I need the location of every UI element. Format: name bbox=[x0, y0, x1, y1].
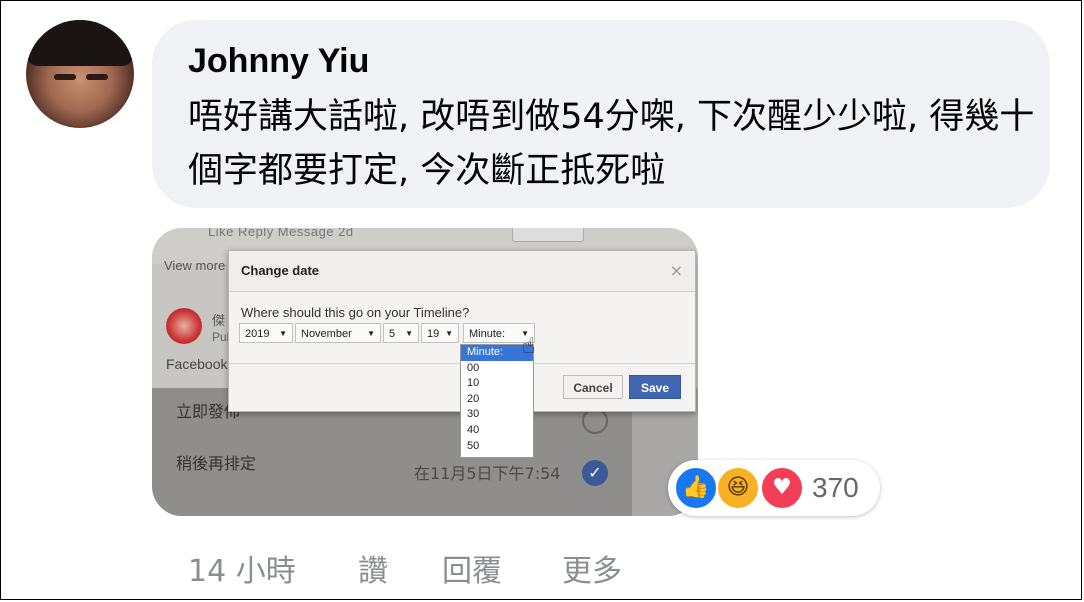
dialog-save-button: Save bbox=[629, 375, 681, 399]
day-select: 5 ▼ bbox=[383, 323, 419, 343]
photo-top-bar-text: Like Reply Message 2d bbox=[208, 228, 354, 239]
year-select: 2019 ▼ bbox=[239, 323, 293, 343]
haha-icon: 😆 bbox=[716, 466, 760, 510]
year-select-value: 2019 bbox=[245, 328, 270, 340]
comment-author[interactable]: Johnny Yiu bbox=[188, 42, 369, 81]
photo-facebook-label: Facebook bbox=[166, 356, 228, 372]
minute-option: 30 bbox=[467, 408, 480, 421]
minute-option: 10 bbox=[467, 377, 480, 390]
minute-option: 50 bbox=[467, 439, 480, 452]
like-icon: 👍 bbox=[674, 466, 718, 510]
comment-text: 唔好講大話啦, 改唔到做54分㗎, 下次醒少少啦, 得幾十個字都要打定, 今次斷… bbox=[188, 97, 1035, 191]
reactions-summary[interactable]: 👍 😆 ♥ 370 bbox=[668, 460, 880, 516]
comment-photo[interactable]: Like Reply Message 2d View more 傑 Pub Fa… bbox=[152, 228, 698, 516]
photo-scheduled-time: 在11月5日下午7:54 bbox=[414, 464, 561, 483]
minute-option: 00 bbox=[467, 361, 480, 374]
like-button[interactable]: 讚 bbox=[358, 546, 388, 590]
photo-poster-avatar bbox=[166, 308, 202, 344]
love-icon: ♥ bbox=[760, 466, 804, 510]
avatar-eye-right bbox=[86, 74, 108, 80]
photo-check-icon: ✓ bbox=[582, 460, 608, 486]
comment-bubble: Johnny Yiu 唔好講大話啦, 改唔到做54分㗎, 下次醒少少啦, 得幾十… bbox=[152, 20, 1050, 208]
more-button[interactable]: 更多 bbox=[562, 546, 622, 590]
photo-option-later: 稍後再排定 bbox=[176, 454, 257, 473]
reply-button[interactable]: 回覆 bbox=[442, 546, 502, 590]
dialog-header: Change date × bbox=[229, 251, 695, 292]
photo-poster-name: 傑 bbox=[212, 314, 226, 329]
dialog-question: Where should this go on your Timeline? bbox=[241, 305, 470, 320]
avatar-eye-left bbox=[54, 74, 76, 80]
chevron-down-icon: ▼ bbox=[279, 329, 287, 338]
comment-timestamp[interactable]: 14 小時 bbox=[188, 546, 296, 590]
month-select: November ▼ bbox=[295, 323, 381, 343]
dialog-cancel-button: Cancel bbox=[563, 375, 623, 399]
minute-option: 40 bbox=[467, 423, 480, 436]
hour-select: 19 ▼ bbox=[421, 323, 459, 343]
reaction-count: 370 bbox=[812, 472, 859, 503]
minute-dropdown-list: Minute: 00 10 20 30 40 50 bbox=[460, 344, 534, 458]
month-select-value: November bbox=[301, 328, 352, 340]
minute-select-value: Minute: bbox=[469, 328, 506, 340]
photo-view-more: View more bbox=[164, 258, 226, 273]
avatar-hair bbox=[26, 20, 134, 66]
hour-select-value: 19 bbox=[427, 328, 440, 340]
day-select-value: 5 bbox=[389, 328, 396, 340]
avatar[interactable] bbox=[26, 20, 134, 128]
close-icon: × bbox=[669, 261, 683, 280]
chevron-down-icon: ▼ bbox=[367, 329, 375, 338]
chevron-down-icon: ▼ bbox=[445, 329, 453, 338]
photo-top-bar-button bbox=[512, 228, 584, 242]
dialog-title: Change date bbox=[241, 263, 320, 278]
chevron-down-icon: ▼ bbox=[405, 329, 413, 338]
hand-cursor-icon: ☝ bbox=[522, 334, 536, 359]
minute-option: 20 bbox=[467, 392, 480, 405]
